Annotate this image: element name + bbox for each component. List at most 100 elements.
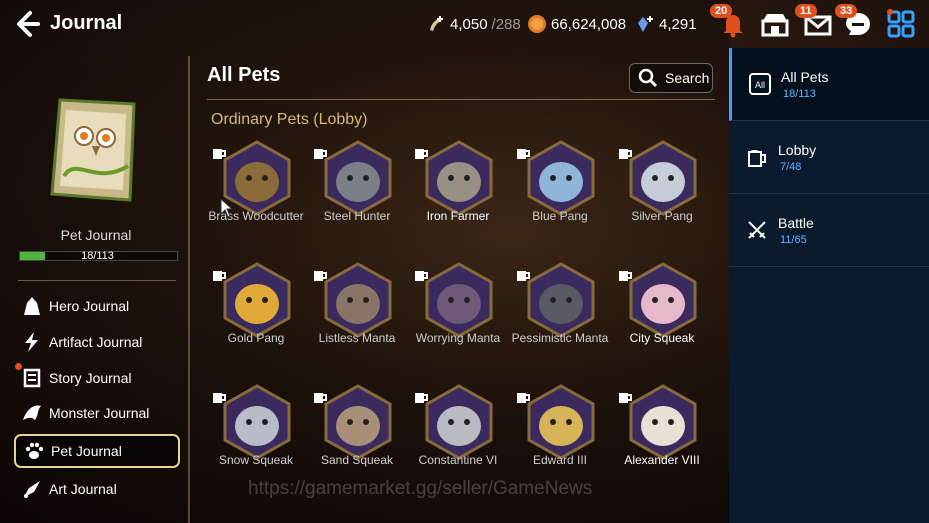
pet-name: City Squeak <box>629 331 695 345</box>
mug-icon <box>213 271 226 281</box>
mug-icon <box>415 393 428 403</box>
artifact-icon <box>25 332 38 352</box>
pet-card[interactable]: Silver Pang <box>612 140 712 250</box>
pet-portrait <box>324 262 392 338</box>
pet-card[interactable]: Blue Pang <box>510 140 610 250</box>
back-arrow-icon[interactable] <box>14 10 40 38</box>
menu-item-label: Hero Journal <box>49 298 130 314</box>
mug-icon <box>619 393 632 403</box>
tab-count: 18/113 <box>783 88 816 100</box>
mug-icon <box>748 150 766 167</box>
pet-name: Snow Squeak <box>218 453 294 467</box>
pet-card[interactable]: Worrying Manta <box>408 262 508 372</box>
mug-icon <box>213 149 226 159</box>
menu-item-pet-journal[interactable]: Pet Journal <box>14 434 180 468</box>
pet-portrait <box>629 262 697 338</box>
pet-portrait <box>324 384 392 460</box>
journal-progress-text: 18/113 <box>81 250 114 262</box>
mug-icon <box>314 149 327 159</box>
menu-item-art-journal[interactable]: Art Journal <box>14 473 176 505</box>
pet-name: Blue Pang <box>532 209 588 223</box>
pet-card[interactable]: City Squeak <box>612 262 712 372</box>
mug-icon <box>619 149 632 159</box>
mug-icon <box>415 149 428 159</box>
pet-portrait <box>527 384 595 460</box>
pet-portrait <box>425 262 493 338</box>
shop-button[interactable] <box>760 9 790 39</box>
mug-icon <box>517 271 530 281</box>
column-divider <box>188 56 190 523</box>
notifications-button[interactable]: 20 <box>710 4 748 39</box>
menu-item-monster-journal[interactable]: Monster Journal <box>14 397 176 429</box>
pet-portrait <box>223 384 291 460</box>
pet-name: Steel Hunter <box>323 209 391 223</box>
pet-name: Constantine VI <box>418 453 498 467</box>
pet-portrait <box>527 140 595 216</box>
gold-counter: 66,624,008 <box>527 14 626 34</box>
section-title: Ordinary Pets (Lobby) <box>211 111 368 128</box>
paw-icon <box>25 442 44 459</box>
pet-card[interactable]: Iron Farmer <box>408 140 508 250</box>
pet-card[interactable]: Steel Hunter <box>307 140 407 250</box>
pet-name: Worrying Manta <box>415 331 501 345</box>
pet-portrait <box>324 140 392 216</box>
pet-name: Alexander VIII <box>624 453 700 467</box>
crystal-icon <box>638 16 653 32</box>
tab-name: Battle <box>778 215 814 231</box>
story-icon <box>23 368 41 388</box>
menu-item-label: Monster Journal <box>49 405 150 421</box>
tab-count: 11/65 <box>780 234 807 246</box>
menu-button[interactable] <box>886 9 916 39</box>
pet-card[interactable]: Brass Woodcutter <box>206 140 306 250</box>
hero-icon <box>24 297 40 315</box>
tab-battle[interactable]: Battle 11/65 <box>729 194 929 267</box>
crystal-value: 4,291 <box>659 15 697 33</box>
menu-item-label: Artifact Journal <box>49 334 143 350</box>
all-icon: All <box>749 73 771 95</box>
stamina-counter: 4,050/288 <box>426 14 521 34</box>
crystal-counter: 4,291 <box>635 14 697 34</box>
chat-button[interactable]: 33 <box>835 4 873 39</box>
pet-name: Edward III <box>532 453 588 467</box>
sidebar-divider <box>18 280 176 281</box>
swords-icon <box>748 221 766 239</box>
tab-name: Lobby <box>778 142 817 158</box>
pet-portrait <box>425 140 493 216</box>
mug-icon <box>213 393 226 403</box>
pet-card[interactable]: Listless Manta <box>307 262 407 372</box>
search-button[interactable]: Search <box>629 63 713 93</box>
tab-lobby[interactable]: Lobby 7/48 <box>729 121 929 194</box>
pet-card[interactable]: Gold Pang <box>206 262 306 372</box>
pet-name: Sand Squeak <box>320 453 394 467</box>
journal-name: Pet Journal <box>60 227 132 243</box>
owl-book-image <box>50 98 136 202</box>
search-label: Search <box>665 70 710 86</box>
menu-item-label: Story Journal <box>49 370 132 386</box>
mug-icon <box>517 393 530 403</box>
pet-card[interactable]: Alexander VIII <box>612 384 712 494</box>
pet-portrait <box>223 262 291 338</box>
menu-item-artifact-journal[interactable]: Artifact Journal <box>14 326 176 358</box>
menu-item-label: Pet Journal <box>51 443 122 459</box>
stamina-max: /288 <box>491 15 521 33</box>
chat-badge: 33 <box>835 4 858 18</box>
shop-icon <box>761 14 789 37</box>
tab-count: 7/48 <box>780 161 802 173</box>
pet-portrait <box>629 140 697 216</box>
notifications-badge: 20 <box>710 4 733 18</box>
pet-portrait <box>425 384 493 460</box>
menu-item-hero-journal[interactable]: Hero Journal <box>14 290 176 322</box>
mug-icon <box>517 149 530 159</box>
gold-value: 66,624,008 <box>551 15 627 33</box>
stamina-value: 4,050 <box>450 15 488 33</box>
pet-name: Pessimistic Manta <box>511 331 609 345</box>
svg-text:All: All <box>755 80 765 90</box>
mug-icon <box>314 393 327 403</box>
mug-icon <box>415 271 428 281</box>
pet-card[interactable]: Pessimistic Manta <box>510 262 610 372</box>
menu-item-story-journal[interactable]: Story Journal <box>14 362 176 394</box>
pet-name: Silver Pang <box>631 209 693 223</box>
mug-icon <box>619 271 632 281</box>
tab-all-pets[interactable]: All All Pets 18/113 <box>729 48 929 121</box>
mail-button[interactable]: 11 <box>795 4 833 39</box>
